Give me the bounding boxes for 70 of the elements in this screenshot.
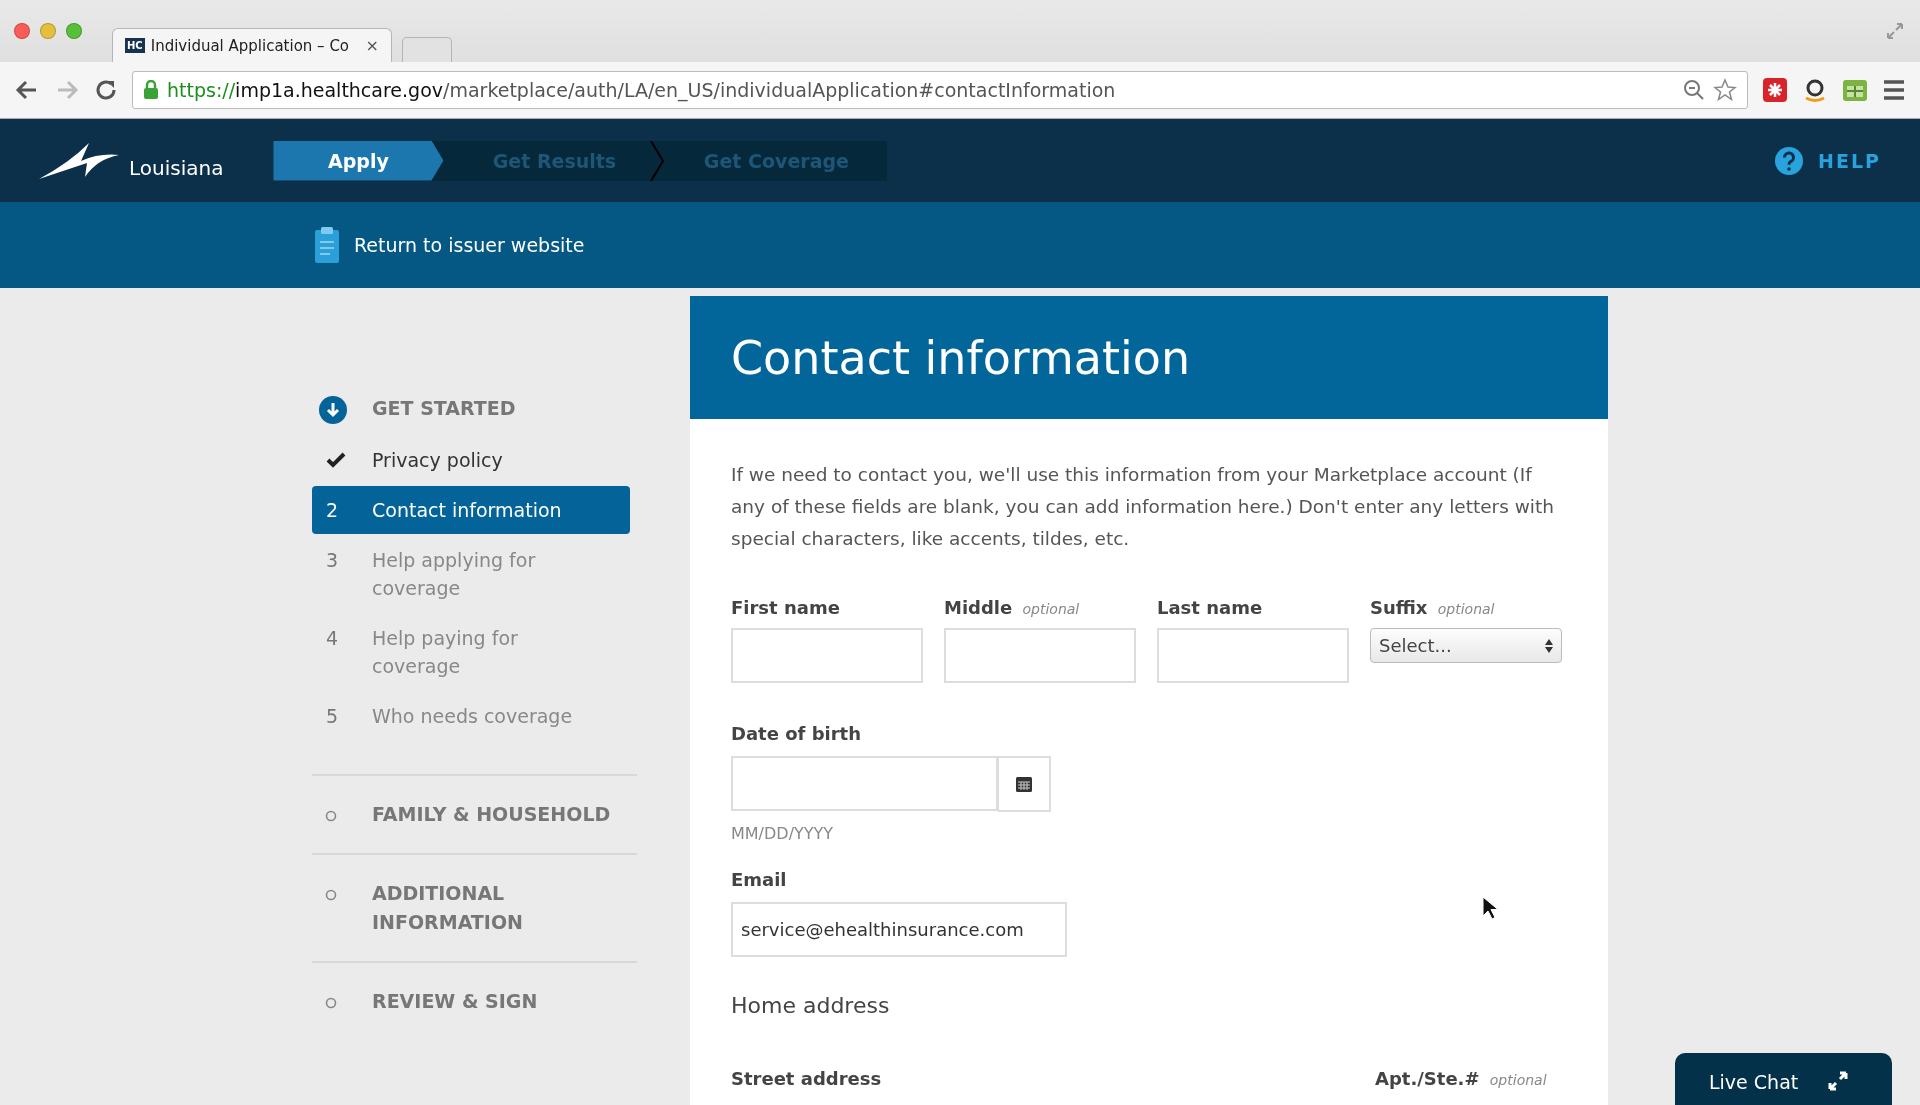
section-title: FAMILY & HOUSEHOLD xyxy=(372,802,612,827)
step-label: Help paying for coverage xyxy=(372,626,519,679)
menu-icon[interactable] xyxy=(1882,79,1906,101)
lock-icon xyxy=(143,80,159,100)
suffix-select[interactable]: Select... xyxy=(1370,628,1562,663)
close-window-icon[interactable] xyxy=(14,23,30,39)
clipboard-icon xyxy=(314,226,340,264)
intro-text: If we need to contact you, we'll use this information from your Marketplace account (If any of these fields are blank, you can add information here.) Don't enter any letters with special characters, like accents, tildes, etc. xyxy=(731,463,1555,551)
field-label: Street address xyxy=(731,1068,882,1089)
input-field[interactable] xyxy=(944,628,1136,683)
sidebar-step[interactable]: Privacy policy xyxy=(312,436,630,484)
circle-icon xyxy=(325,997,337,1009)
star-icon[interactable] xyxy=(1713,78,1737,102)
logo-icon xyxy=(39,140,119,181)
step-label: Privacy policy xyxy=(372,448,504,473)
updown-icon xyxy=(1545,638,1553,653)
circle-icon xyxy=(325,889,337,901)
field-label: Suffix optional xyxy=(1370,597,1496,618)
form-title: Contact information xyxy=(731,330,1191,385)
extension-icon[interactable] xyxy=(1762,77,1788,103)
input-field[interactable] xyxy=(731,628,923,683)
date-format-hint: MM/DD/YYYY xyxy=(731,824,835,843)
progress-step[interactable]: Apply xyxy=(273,140,444,181)
address-bar[interactable]: https://imp1a.healthcare.gov/marketplace/auth/LA/en_US/individualApplication#contactInformation xyxy=(132,71,1748,109)
reload-icon[interactable] xyxy=(94,78,118,102)
question-icon xyxy=(1774,145,1805,176)
sidebar-step[interactable]: 5 Who needs coverage xyxy=(312,692,630,740)
check-icon xyxy=(326,452,346,468)
field-label: Email xyxy=(731,869,788,890)
date-field[interactable] xyxy=(731,756,998,811)
calendar-icon xyxy=(1015,775,1033,793)
field-label: Apt./Ste.# optional xyxy=(1375,1068,1548,1089)
step-label: Contact information xyxy=(372,498,563,523)
sidebar-step[interactable]: 4 Help paying for coverage xyxy=(312,614,630,690)
step-label: Help applying for coverage xyxy=(372,548,537,601)
sidebar-step[interactable]: 3 Help applying for coverage xyxy=(312,536,630,612)
expand-icon xyxy=(1828,1071,1849,1091)
tab-close[interactable]: × xyxy=(365,36,379,55)
live-chat-button[interactable]: Live Chat xyxy=(1675,1053,1892,1105)
tab-title: Individual Application – Co xyxy=(150,36,351,55)
step-number: 2 xyxy=(326,498,340,523)
field-label: Date of birth xyxy=(731,723,862,744)
zoom-icon[interactable] xyxy=(1683,79,1705,101)
return-link[interactable]: Return to issuer website xyxy=(354,234,585,256)
step-label: Who needs coverage xyxy=(372,704,574,729)
step-number: 4 xyxy=(326,626,340,651)
browser-tab[interactable]: HC Individual Application – Co × xyxy=(112,28,392,62)
brand-name: Louisiana xyxy=(129,155,224,180)
section-title: REVIEW & SIGN xyxy=(372,989,539,1014)
sidebar-step[interactable]: 2 Contact information xyxy=(312,486,630,534)
input-field[interactable] xyxy=(1157,628,1349,683)
step-number: 3 xyxy=(326,548,340,573)
section-title: ADDITIONAL INFORMATION xyxy=(372,881,524,935)
section-title: GET STARTED xyxy=(372,396,517,421)
favicon: HC xyxy=(125,38,145,53)
step-number: 5 xyxy=(326,704,340,729)
field-label: Last name xyxy=(1157,597,1264,618)
email-field[interactable]: service@ehealthinsurance.com xyxy=(731,902,1067,957)
chevron-divider-icon xyxy=(649,140,666,181)
minimize-window-icon[interactable] xyxy=(40,23,56,39)
field-label: Middle optional xyxy=(944,597,1081,618)
section-heading: Home address xyxy=(731,993,891,1018)
fullscreen-icon[interactable] xyxy=(1886,22,1904,40)
url-text: https://imp1a.healthcare.gov/marketplace/auth/LA/en_US/individualApplication#contactInformation xyxy=(167,79,1117,101)
calendar-button[interactable] xyxy=(998,756,1051,812)
maximize-window-icon[interactable] xyxy=(66,23,82,39)
help-link[interactable]: HELP xyxy=(1774,145,1881,176)
circle-icon xyxy=(325,810,337,822)
cursor-icon xyxy=(1482,896,1498,920)
field-label: First name xyxy=(731,597,841,618)
